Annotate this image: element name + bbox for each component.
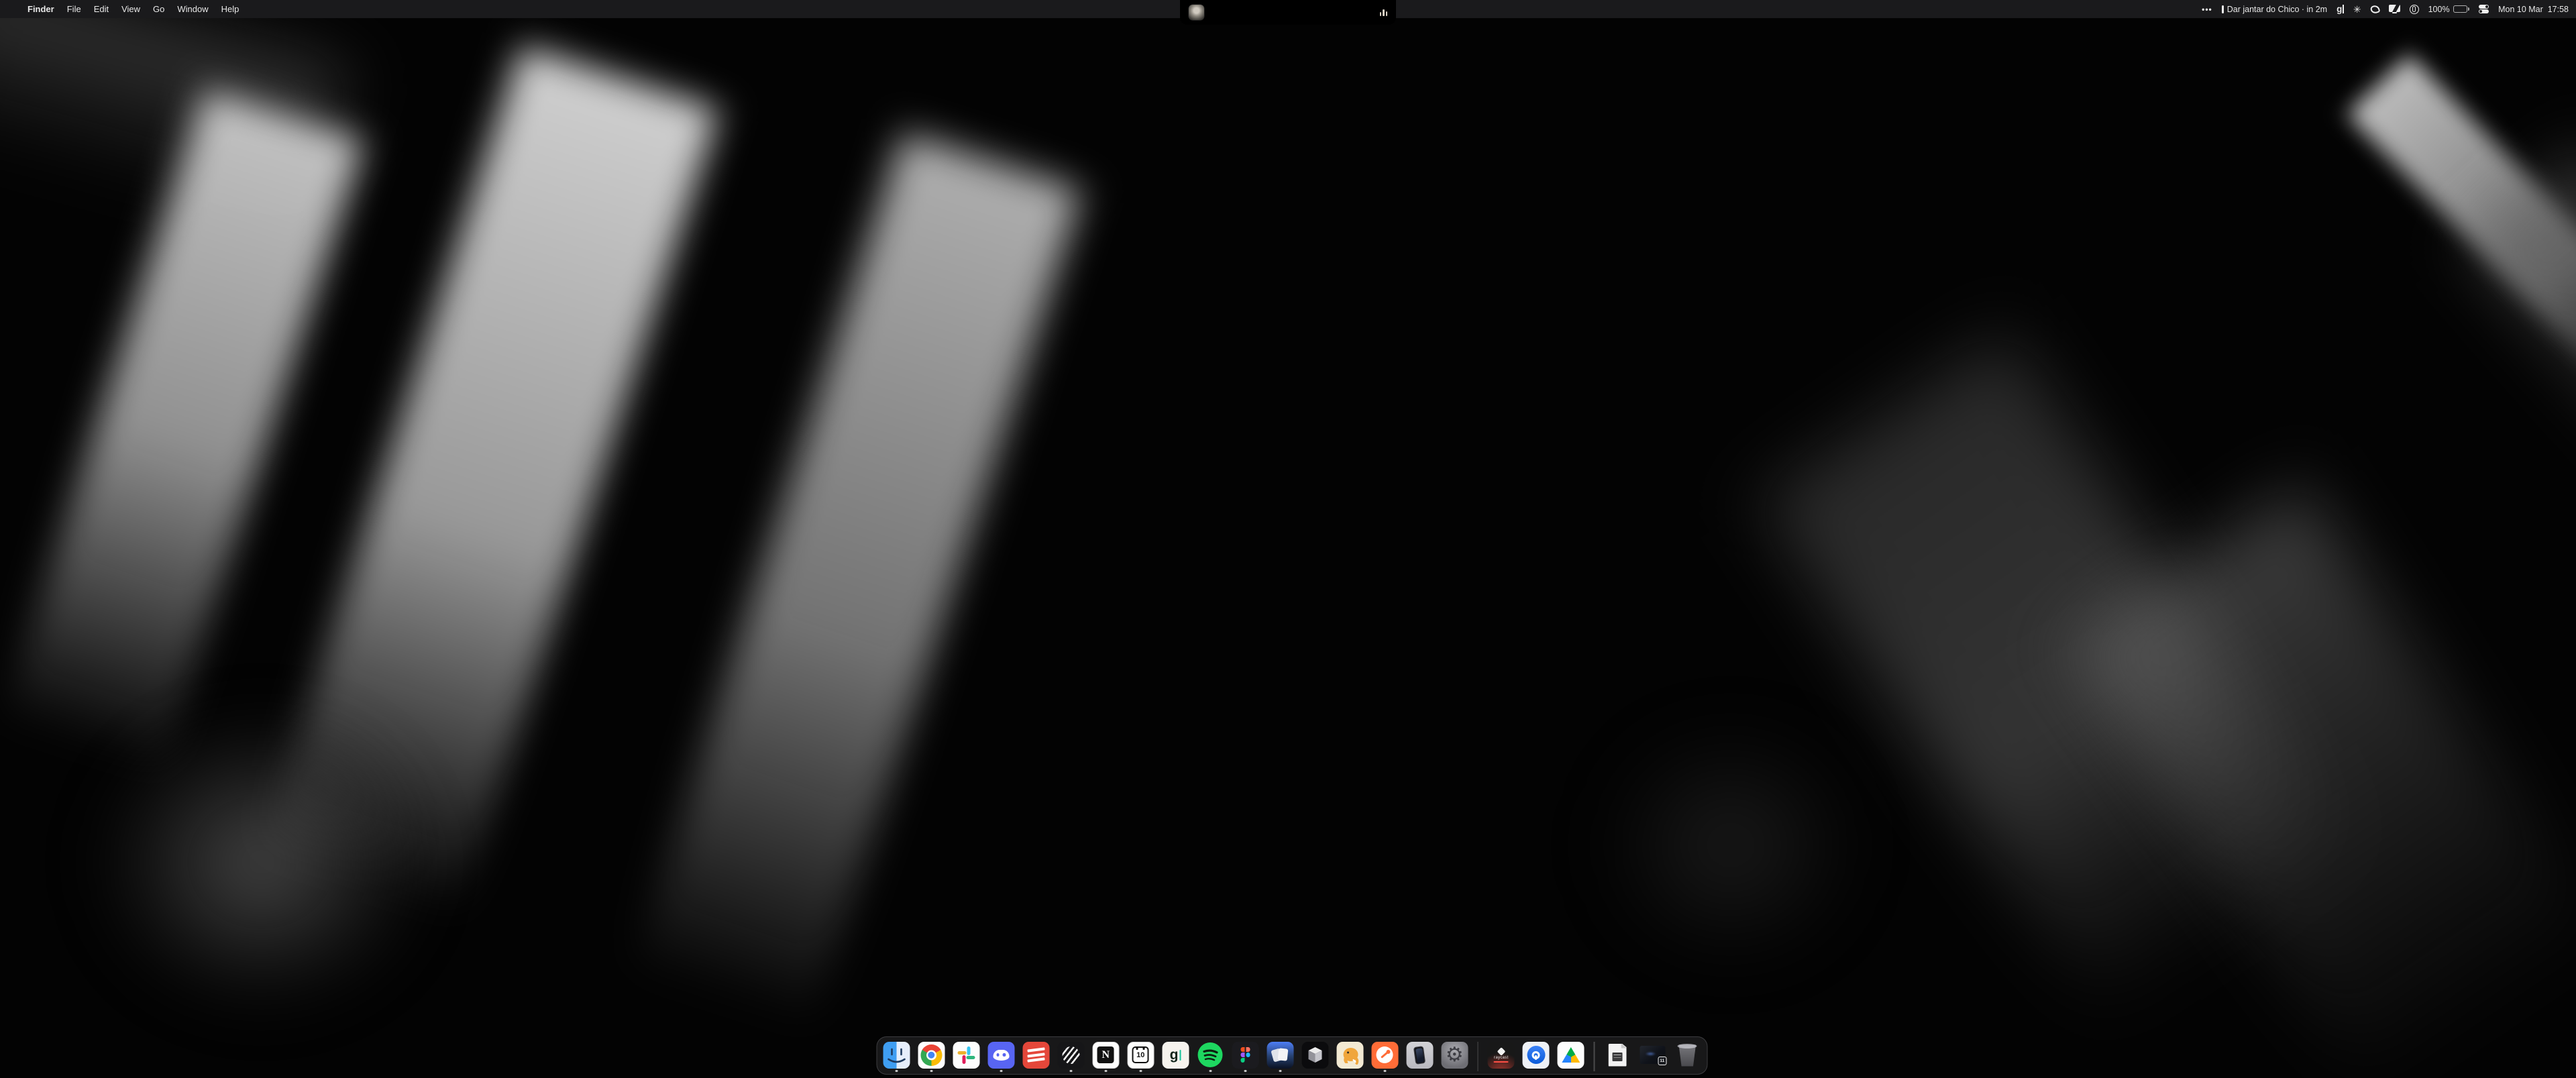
dock-item-notion[interactable]: N: [1092, 1042, 1119, 1073]
raycast-icon: raycast: [1488, 1042, 1515, 1069]
wallpaper-stripe: [40, 664, 483, 1060]
menubar-overflow-icon[interactable]: •••: [2202, 5, 2212, 14]
sun-burst-icon[interactable]: ✳: [2353, 5, 2361, 14]
running-indicator: [930, 1070, 933, 1073]
pick-icon[interactable]: [2369, 4, 2380, 14]
display-mirroring-icon[interactable]: [2389, 5, 2400, 13]
menubar-clock[interactable]: Mon 10 Mar 17:58: [2498, 5, 2569, 14]
dock-item-google-drive[interactable]: [1558, 1042, 1585, 1073]
menu-bar-left: Finder File Edit View Go Window Help: [0, 4, 239, 14]
dock-item-linear[interactable]: [1057, 1042, 1084, 1073]
dock-item-document-file[interactable]: [1604, 1042, 1631, 1073]
spline-icon: [1301, 1042, 1328, 1069]
dock-item-postgres[interactable]: [1336, 1042, 1363, 1073]
notion-calendar-icon: 10: [1127, 1042, 1154, 1069]
dock-item-spotify[interactable]: [1197, 1042, 1224, 1073]
running-indicator: [1384, 1070, 1387, 1073]
display-stand: [2392, 12, 2397, 13]
dock-item-iphone-mirroring[interactable]: [1406, 1042, 1433, 1073]
desktop-wallpaper: [0, 0, 2576, 1078]
running-indicator: [1140, 1070, 1142, 1073]
dock-item-todoist[interactable]: [1022, 1042, 1049, 1073]
grammarly-glyph: g: [2337, 4, 2342, 14]
dock-item-1password[interactable]: [1523, 1042, 1550, 1073]
postgres-elephant-icon: [1336, 1042, 1363, 1069]
dock-item-notion-calendar[interactable]: 10: [1127, 1042, 1154, 1073]
running-indicator: [1210, 1070, 1212, 1073]
running-indicator: [1070, 1070, 1073, 1073]
notion-icon: N: [1092, 1042, 1119, 1069]
1password-icon[interactable]: [2410, 5, 2419, 14]
dock-item-screenshot-file[interactable]: 11: [1639, 1042, 1666, 1073]
spotify-icon: [1197, 1042, 1224, 1069]
raycast-label: raycast: [1494, 1056, 1508, 1060]
menu-go[interactable]: Go: [153, 4, 164, 14]
screenshot-file-icon: 11: [1640, 1046, 1665, 1064]
dock-item-postman[interactable]: [1371, 1042, 1398, 1073]
linear-icon: [1057, 1042, 1084, 1069]
1password-app-icon: [1523, 1042, 1550, 1069]
dock-item-system-settings[interactable]: ⚙: [1441, 1042, 1468, 1073]
menu-window[interactable]: Window: [177, 4, 208, 14]
postman-icon: [1371, 1042, 1398, 1069]
running-indicator: [896, 1070, 898, 1073]
battery-percent: 100%: [2428, 5, 2450, 14]
running-indicator: [1244, 1070, 1247, 1073]
iphone-mirroring-icon: [1406, 1042, 1433, 1069]
running-indicator: [1105, 1070, 1108, 1073]
dock-item-finder[interactable]: [883, 1042, 910, 1073]
dock-separator: [1477, 1042, 1479, 1071]
slack-icon: [953, 1042, 979, 1069]
app-menu-finder[interactable]: Finder: [28, 4, 54, 14]
document-file-icon: [1609, 1044, 1627, 1067]
dock-item-slack[interactable]: [953, 1042, 979, 1073]
dock-item-spline[interactable]: [1301, 1042, 1328, 1073]
dock-item-discord[interactable]: [987, 1042, 1014, 1073]
battery-status[interactable]: 100%: [2428, 5, 2469, 14]
grammarly-icon[interactable]: g: [2337, 4, 2344, 14]
dock-item-chrome[interactable]: [918, 1042, 945, 1073]
grammarly-caret: [2343, 5, 2344, 13]
calendar-event-text: Dar jantar do Chico · in 2m: [2227, 5, 2327, 14]
dock-item-figma[interactable]: [1232, 1042, 1258, 1073]
running-indicator: [1279, 1070, 1282, 1073]
desktop: Finder File Edit View Go Window Help •••…: [0, 0, 2576, 1078]
trash-icon: [1678, 1044, 1697, 1067]
google-drive-icon: [1558, 1042, 1585, 1069]
discord-icon: [987, 1042, 1014, 1069]
grammarly-app-icon: g: [1162, 1042, 1189, 1069]
notch-media-widget[interactable]: [1180, 0, 1396, 25]
menu-help[interactable]: Help: [221, 4, 239, 14]
control-center-icon[interactable]: [2479, 5, 2489, 14]
wallpaper-stripe: [626, 132, 1082, 1045]
menu-view[interactable]: View: [121, 4, 140, 14]
audio-equalizer-icon: [1380, 9, 1388, 16]
chrome-icon: [918, 1042, 945, 1069]
menu-bar-status: ••• Dar jantar do Chico · in 2m g ✳ 100%: [2202, 4, 2576, 14]
calendar-event-widget[interactable]: Dar jantar do Chico · in 2m: [2222, 5, 2327, 14]
system-settings-gear-icon: ⚙: [1441, 1042, 1468, 1069]
display-screen: [2389, 5, 2400, 12]
calendar-badge: 11: [1658, 1057, 1666, 1065]
dock-item-grammarly[interactable]: g: [1162, 1042, 1189, 1073]
wallpaper-stripe: [1563, 691, 1898, 1000]
menu-file[interactable]: File: [67, 4, 81, 14]
finder-icon: [883, 1042, 910, 1069]
dock-separator: [1594, 1042, 1595, 1071]
battery-charging-icon: [2453, 5, 2470, 13]
album-art[interactable]: [1189, 5, 1204, 20]
figma-icon: [1232, 1042, 1258, 1069]
dock-item-craft-pages-app[interactable]: [1267, 1042, 1293, 1073]
todoist-icon: [1022, 1042, 1049, 1069]
running-indicator: [1000, 1070, 1003, 1073]
craft-pages-app-icon: [1267, 1042, 1293, 1069]
dock-item-raycast[interactable]: raycast: [1488, 1042, 1515, 1073]
dock-item-trash[interactable]: [1674, 1042, 1701, 1073]
event-marker-icon: [2222, 5, 2224, 13]
dock: N 10 g: [876, 1036, 1707, 1075]
menu-edit[interactable]: Edit: [94, 4, 109, 14]
